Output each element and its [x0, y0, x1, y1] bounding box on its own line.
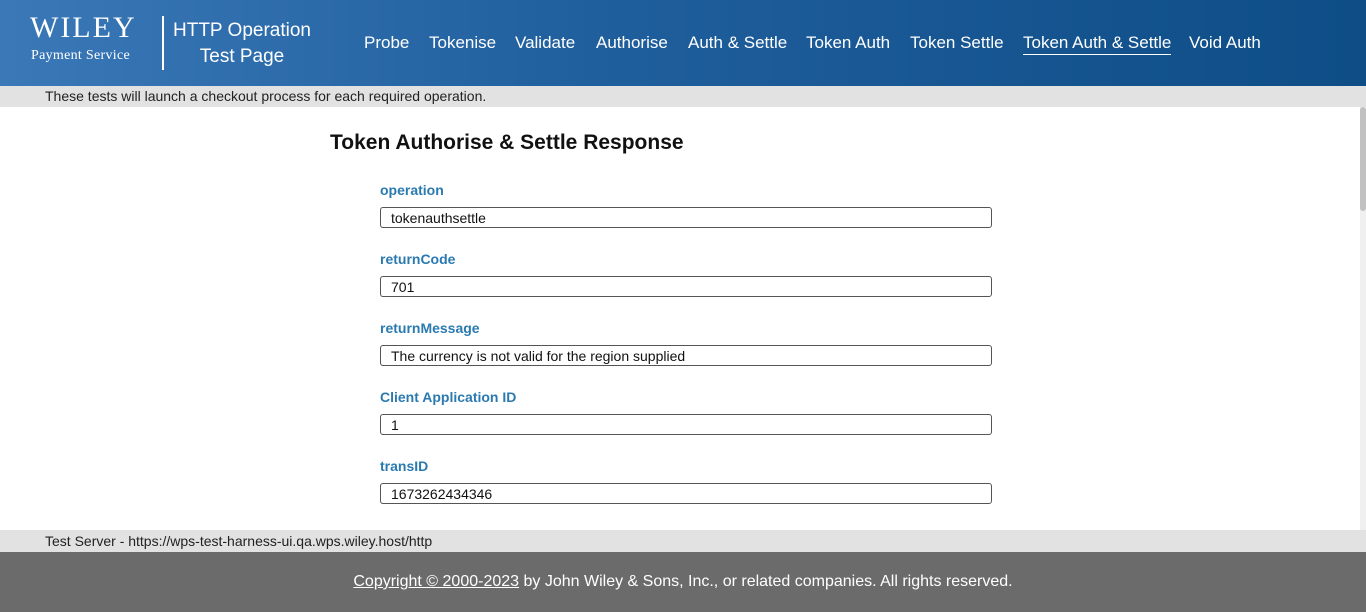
nav-void-auth[interactable]: Void Auth: [1189, 32, 1261, 54]
page-title: Token Authorise & Settle Response: [330, 131, 684, 154]
scrollbar-thumb[interactable]: [1360, 107, 1366, 211]
field-label-operation: operation: [380, 182, 444, 198]
server-bar: Test Server - https://wps-test-harness-u…: [0, 530, 1366, 552]
field-return-code: returnCode: [380, 250, 992, 297]
notice-text: These tests will launch a checkout proce…: [45, 88, 487, 104]
footer-copyright: Copyright © 2000-2023 by John Wiley & So…: [0, 573, 1366, 591]
main-content: Token Authorise & Settle Response operat…: [0, 107, 1360, 530]
app-title: HTTP Operation Test Page: [172, 18, 312, 70]
logo-subtitle: Payment Service: [31, 48, 130, 63]
copyright-text: by John Wiley & Sons, Inc., or related c…: [519, 573, 1013, 590]
field-label-trans-id: transID: [380, 458, 429, 474]
content-scrollbar[interactable]: [1360, 107, 1366, 530]
nav-validate[interactable]: Validate: [515, 32, 575, 54]
nav-token-auth-settle[interactable]: Token Auth & Settle: [1023, 32, 1172, 55]
copyright-link[interactable]: Copyright © 2000-2023: [353, 573, 519, 590]
site-footer: Copyright © 2000-2023 by John Wiley & So…: [0, 552, 1366, 612]
nav-token-auth[interactable]: Token Auth: [806, 32, 890, 54]
field-label-return-code: returnCode: [380, 251, 456, 267]
site-header: WILEY Payment Service HTTP Operation Tes…: [0, 0, 1366, 86]
return-message-input[interactable]: [380, 345, 992, 366]
logo-divider: [162, 16, 164, 70]
notice-bar: These tests will launch a checkout proce…: [0, 86, 1366, 107]
nav-probe[interactable]: Probe: [364, 32, 409, 54]
server-info: Test Server - https://wps-test-harness-u…: [45, 533, 433, 549]
client-application-id-input[interactable]: [380, 414, 992, 435]
nav-auth-settle[interactable]: Auth & Settle: [688, 32, 787, 54]
app-title-line2: Test Page: [199, 46, 285, 67]
nav-authorise[interactable]: Authorise: [596, 32, 668, 54]
field-return-message: returnMessage: [380, 319, 992, 366]
field-client-application-id: Client Application ID: [380, 388, 992, 435]
nav-token-settle[interactable]: Token Settle: [910, 32, 1004, 54]
operation-input[interactable]: [380, 207, 992, 228]
nav-tokenise[interactable]: Tokenise: [429, 32, 496, 54]
return-code-input[interactable]: [380, 276, 992, 297]
trans-id-input[interactable]: [380, 483, 992, 504]
wiley-logo[interactable]: WILEY Payment Service: [30, 12, 154, 68]
app-title-line1: HTTP Operation: [173, 20, 311, 41]
field-operation: operation: [380, 181, 992, 228]
field-label-client-application-id: Client Application ID: [380, 389, 517, 405]
field-trans-id: transID: [380, 457, 992, 504]
logo-brand: WILEY: [30, 11, 137, 44]
field-label-return-message: returnMessage: [380, 320, 480, 336]
